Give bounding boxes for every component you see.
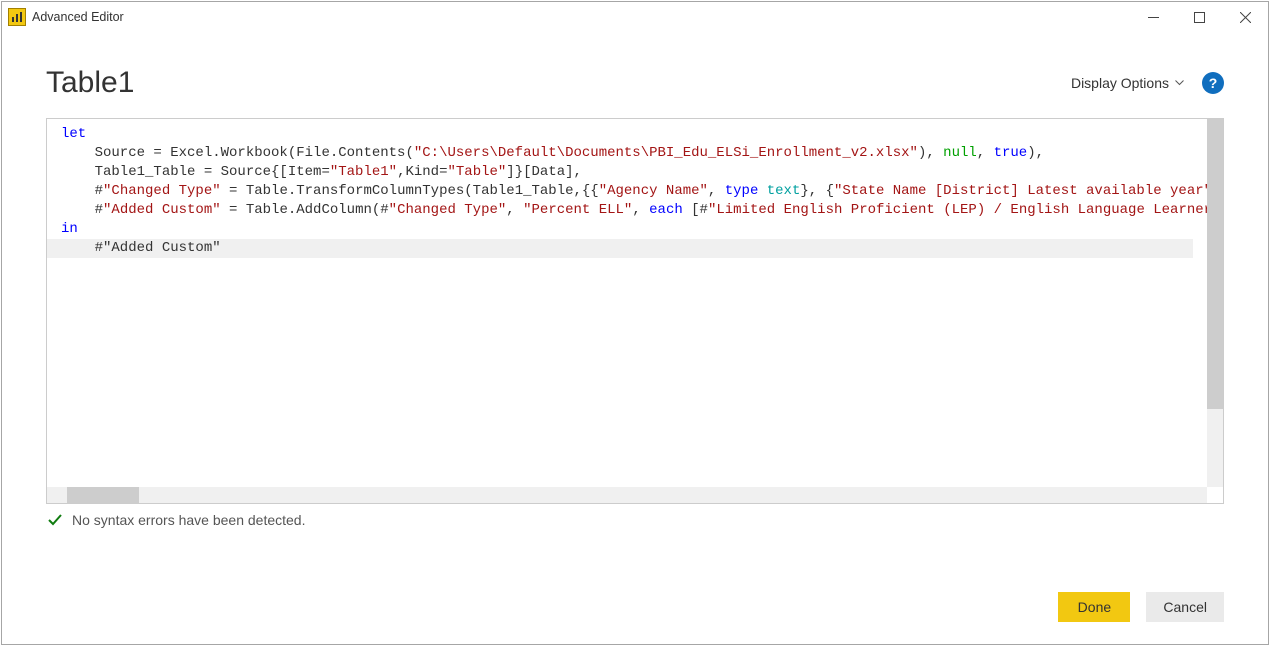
- check-icon: [46, 511, 64, 529]
- window-controls: [1130, 2, 1268, 32]
- footer-buttons: Done Cancel: [1058, 592, 1224, 622]
- maximize-button[interactable]: [1176, 2, 1222, 32]
- scrollbar-thumb[interactable]: [67, 487, 139, 503]
- minimize-button[interactable]: [1130, 2, 1176, 32]
- display-options-label: Display Options: [1071, 75, 1169, 91]
- code-line: Source = Excel.Workbook(File.Contents("C…: [61, 145, 1044, 161]
- header-right: Display Options ?: [1071, 72, 1224, 94]
- status-message: No syntax errors have been detected.: [72, 512, 305, 528]
- chevron-down-icon: [1175, 80, 1184, 86]
- code-content[interactable]: let Source = Excel.Workbook(File.Content…: [47, 119, 1207, 487]
- header: Table1 Display Options ?: [2, 32, 1268, 110]
- window-title: Advanced Editor: [32, 10, 124, 24]
- cancel-button[interactable]: Cancel: [1146, 592, 1224, 622]
- code-line: #"Changed Type" = Table.TransformColumnT…: [61, 183, 1207, 199]
- status-bar: No syntax errors have been detected.: [46, 511, 1224, 529]
- horizontal-scrollbar[interactable]: [47, 487, 1207, 503]
- code-line: in: [61, 221, 78, 237]
- window-frame: Advanced Editor Table1 Display Options ?…: [1, 1, 1269, 645]
- code-line: let: [61, 126, 86, 142]
- display-options-dropdown[interactable]: Display Options: [1071, 75, 1184, 91]
- vertical-scrollbar[interactable]: [1207, 119, 1223, 487]
- code-line: #"Added Custom" = Table.AddColumn(#"Chan…: [61, 202, 1207, 218]
- scrollbar-thumb[interactable]: [1207, 119, 1223, 409]
- page-title: Table1: [46, 66, 134, 100]
- close-button[interactable]: [1222, 2, 1268, 32]
- done-button[interactable]: Done: [1058, 592, 1130, 622]
- help-icon[interactable]: ?: [1202, 72, 1224, 94]
- app-icon: [8, 8, 26, 26]
- titlebar: Advanced Editor: [2, 2, 1268, 32]
- code-line-highlighted: #"Added Custom": [47, 239, 1193, 258]
- code-editor[interactable]: let Source = Excel.Workbook(File.Content…: [46, 118, 1224, 504]
- code-line: Table1_Table = Source{[Item="Table1",Kin…: [61, 164, 582, 180]
